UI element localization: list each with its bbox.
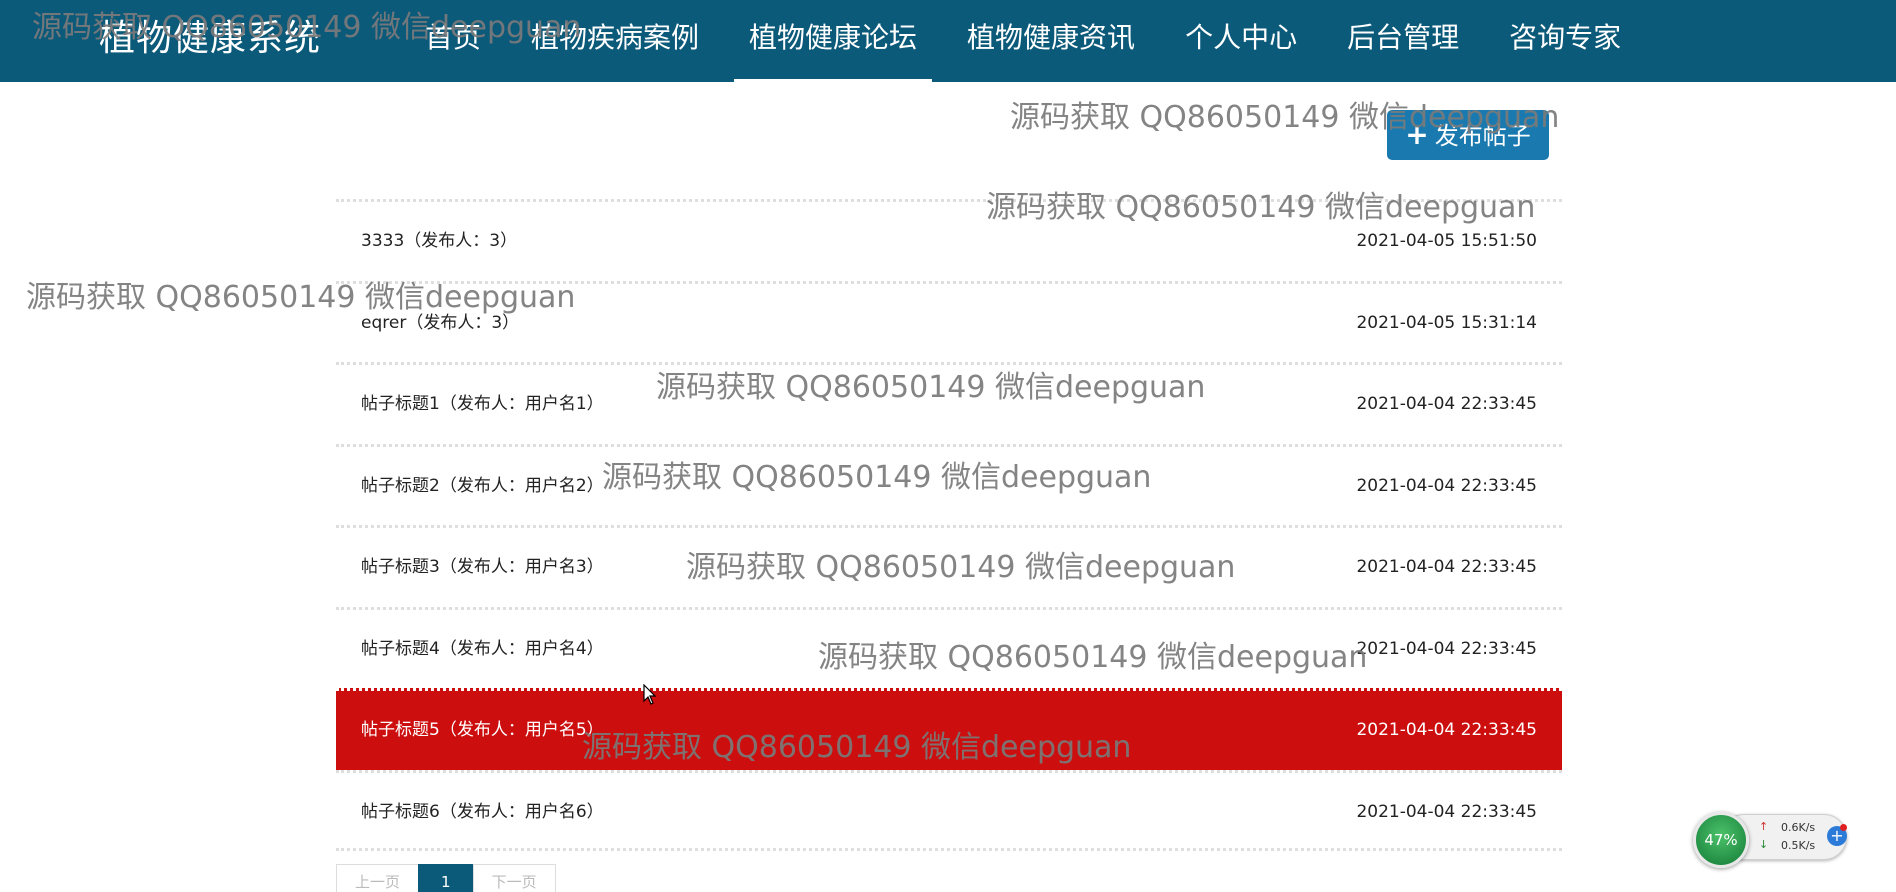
nav-item-news[interactable]: 植物健康资讯 [942, 0, 1160, 82]
upload-arrow-icon: ↑ [1759, 820, 1769, 833]
post-time: 2021-04-05 15:31:14 [1356, 312, 1537, 333]
post-title[interactable]: 帖子标题1（发布人：用户名1） [361, 365, 604, 443]
watermark-text: 源码获取 QQ86050149 微信deepguan [818, 640, 1368, 675]
watermark-text: 源码获取 QQ86050149 微信deepguan [32, 10, 582, 45]
watermark-text: 源码获取 QQ86050149 微信deepguan [602, 460, 1152, 495]
watermark-text: 源码获取 QQ86050149 微信deepguan [686, 550, 1236, 585]
mouse-cursor-icon [643, 684, 657, 705]
notification-dot-icon [1840, 824, 1847, 831]
post-time: 2021-04-04 22:33:45 [1356, 720, 1537, 740]
watermark-text: 源码获取 QQ86050149 微信deepguan [1010, 100, 1560, 135]
watermark-text: 源码获取 QQ86050149 微信deepguan [26, 280, 576, 315]
post-row[interactable]: 帖子标题6（发布人：用户名6） 2021-04-04 22:33:45 [336, 769, 1562, 851]
post-title[interactable]: 帖子标题4（发布人：用户名4） [361, 610, 604, 688]
nav-item-admin[interactable]: 后台管理 [1322, 0, 1484, 82]
upload-speed: 0.6K/s [1781, 821, 1816, 834]
next-page-button[interactable]: 下一页 [472, 864, 556, 892]
post-title[interactable]: 帖子标题2（发布人：用户名2） [361, 447, 604, 525]
post-time: 2021-04-04 22:33:45 [1356, 801, 1537, 822]
download-arrow-icon: ↓ [1759, 838, 1769, 851]
pagination: 上一页 1 下一页 [336, 864, 556, 892]
network-speed-widget[interactable]: 47% ↑ 0.6K/s ↓ 0.5K/s + [1693, 812, 1851, 868]
post-title[interactable]: 帖子标题3（发布人：用户名3） [361, 528, 604, 606]
post-time: 2021-04-04 22:33:45 [1356, 557, 1537, 577]
current-page-button[interactable]: 1 [418, 864, 474, 892]
nav-item-consult-expert[interactable]: 咨询专家 [1484, 0, 1646, 82]
watermark-text: 源码获取 QQ86050149 微信deepguan [656, 370, 1206, 405]
watermark-text: 源码获取 QQ86050149 微信deepguan [582, 730, 1132, 765]
post-time: 2021-04-04 22:33:45 [1356, 475, 1537, 496]
prev-page-button[interactable]: 上一页 [336, 864, 420, 892]
watermark-text: 源码获取 QQ86050149 微信deepguan [986, 190, 1536, 225]
download-speed: 0.5K/s [1781, 839, 1816, 852]
post-time: 2021-04-04 22:33:45 [1356, 394, 1537, 414]
nav-item-forum[interactable]: 植物健康论坛 [724, 0, 942, 82]
post-title[interactable]: 3333（发布人：3） [361, 202, 517, 280]
main-nav: 首页 植物疾病案例 植物健康论坛 植物健康资讯 个人中心 后台管理 咨询专家 [400, 0, 1646, 82]
post-title[interactable]: 帖子标题5（发布人：用户名5） [361, 691, 604, 769]
nav-item-personal-center[interactable]: 个人中心 [1160, 0, 1322, 82]
post-time: 2021-04-04 22:33:45 [1356, 638, 1537, 659]
memory-usage-gauge[interactable]: 47% [1693, 812, 1749, 868]
post-title[interactable]: 帖子标题6（发布人：用户名6） [361, 773, 604, 851]
